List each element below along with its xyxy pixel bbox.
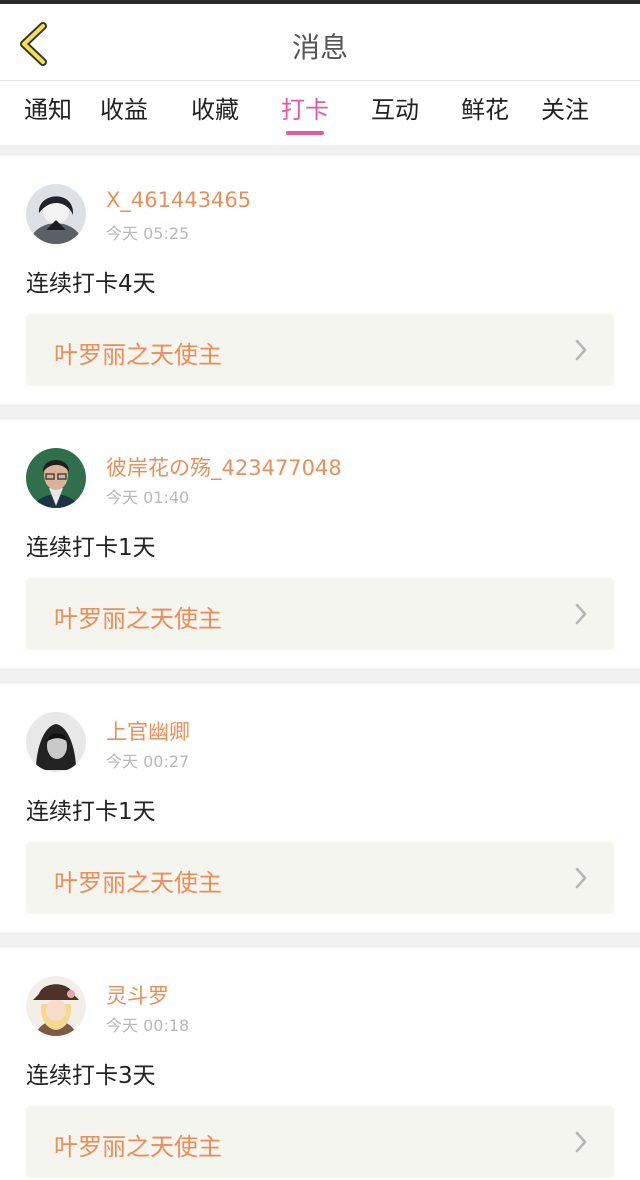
avatar[interactable] [26, 976, 86, 1036]
tab-flowers[interactable]: 鲜花 [440, 81, 530, 145]
chevron-right-icon [575, 867, 587, 889]
message-card: 灵斗罗 今天 00:18 连续打卡3天 叶罗丽之天使主 [0, 948, 640, 1180]
message-card: 上官幽卿 今天 00:27 连续打卡1天 叶罗丽之天使主 [0, 684, 640, 932]
book-link[interactable]: 叶罗丽之天使主 [26, 314, 614, 386]
avatar[interactable] [26, 448, 86, 508]
checkin-text: 连续打卡4天 [26, 271, 156, 297]
book-link[interactable]: 叶罗丽之天使主 [26, 1106, 614, 1178]
message-page: 消息 通知 收益 收藏 打卡 互动 鲜花 关注 X_461443465 今天 0… [0, 0, 640, 1180]
tab-favorites[interactable]: 收藏 [170, 81, 260, 145]
book-title: 叶罗丽之天使主 [54, 869, 222, 897]
timestamp: 今天 01:40 [106, 488, 190, 507]
book-title: 叶罗丽之天使主 [54, 605, 222, 633]
header: 消息 [0, 4, 640, 81]
tab-follow[interactable]: 关注 [530, 81, 600, 145]
book-link[interactable]: 叶罗丽之天使主 [26, 578, 614, 650]
chevron-right-icon [575, 1131, 587, 1153]
username[interactable]: X_461443465 [106, 188, 251, 212]
tab-earnings[interactable]: 收益 [78, 81, 170, 145]
message-card: X_461443465 今天 05:25 连续打卡4天 叶罗丽之天使主 [0, 156, 640, 404]
chevron-right-icon [575, 603, 587, 625]
book-title: 叶罗丽之天使主 [54, 341, 222, 369]
username[interactable]: 彼岸花の殇_423477048 [106, 452, 342, 482]
message-card: 彼岸花の殇_423477048 今天 01:40 连续打卡1天 叶罗丽之天使主 [0, 420, 640, 668]
tab-checkin-label: 打卡 [281, 96, 329, 124]
book-link[interactable]: 叶罗丽之天使主 [26, 842, 614, 914]
username[interactable]: 灵斗罗 [106, 980, 169, 1010]
avatar[interactable] [26, 184, 86, 244]
tab-interaction[interactable]: 互动 [350, 81, 440, 145]
avatar[interactable] [26, 712, 86, 772]
timestamp: 今天 00:18 [106, 1016, 190, 1035]
checkin-text: 连续打卡1天 [26, 535, 156, 561]
page-title: 消息 [291, 31, 348, 64]
active-tab-indicator [286, 131, 324, 135]
tab-bar: 通知 收益 收藏 打卡 互动 鲜花 关注 [0, 81, 640, 145]
timestamp: 今天 05:25 [106, 224, 190, 243]
checkin-text: 连续打卡1天 [26, 799, 156, 825]
chevron-right-icon [575, 339, 587, 361]
tab-notification[interactable]: 通知 [24, 81, 78, 145]
tab-checkin[interactable]: 打卡 [260, 81, 350, 145]
username[interactable]: 上官幽卿 [106, 716, 190, 746]
timestamp: 今天 00:27 [106, 752, 190, 771]
book-title: 叶罗丽之天使主 [54, 1133, 222, 1161]
checkin-text: 连续打卡3天 [26, 1063, 156, 1089]
